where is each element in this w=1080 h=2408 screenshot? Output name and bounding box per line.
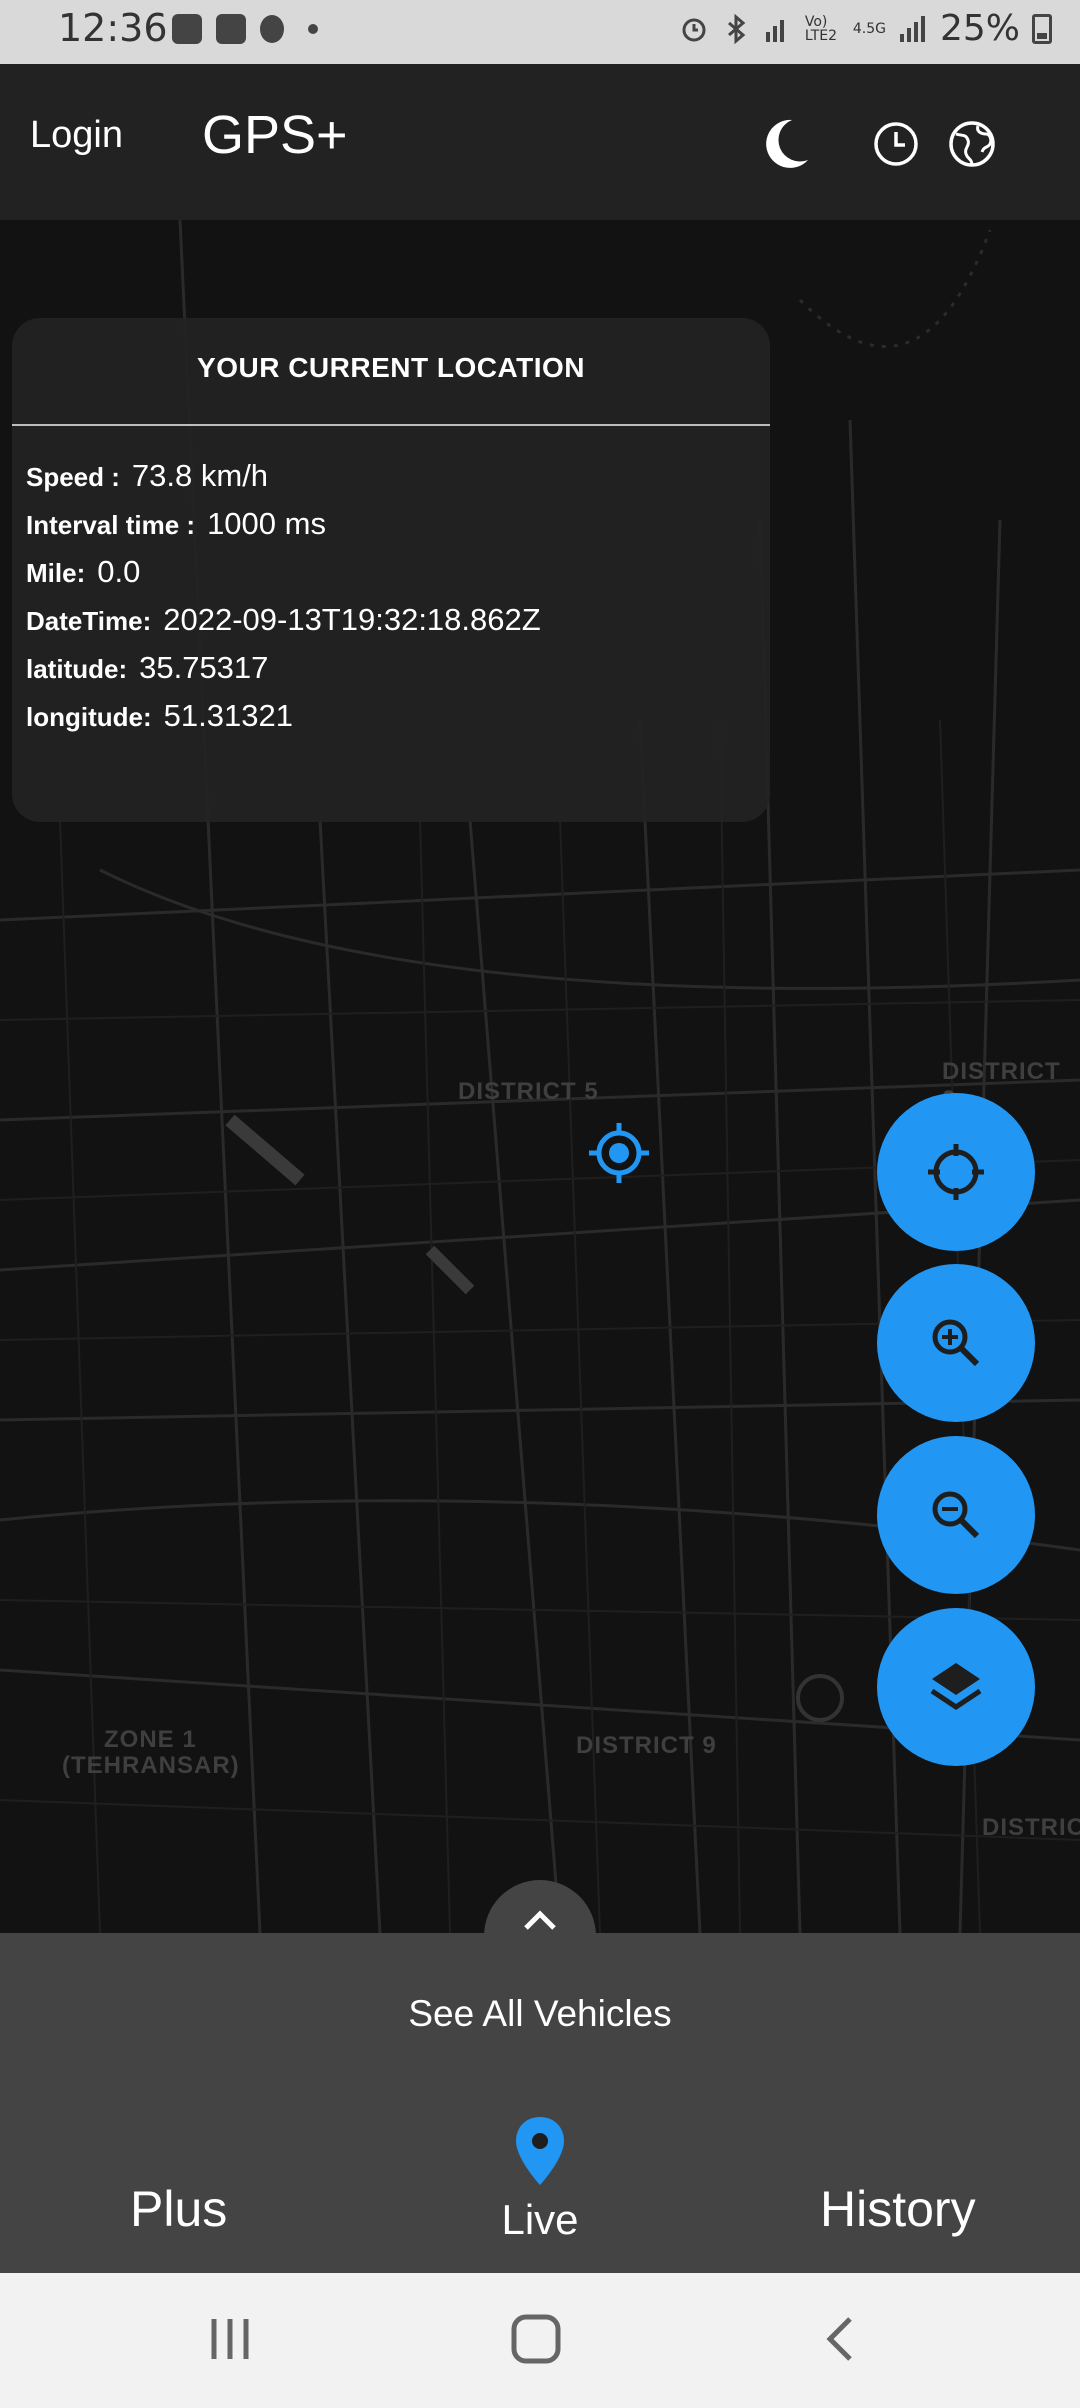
status-time: 12:36 xyxy=(58,6,168,50)
location-details: Speed : 73.8 km/h Interval time : 1000 m… xyxy=(26,458,541,746)
zoom-out-icon xyxy=(932,1491,980,1539)
longitude-label: longitude: xyxy=(26,702,152,732)
nav-plus[interactable]: Plus xyxy=(130,2180,227,2238)
app-notification-icon xyxy=(216,14,246,44)
longitude-row: longitude: 51.31321 xyxy=(26,698,541,746)
system-navigation-bar xyxy=(0,2273,1080,2408)
login-button[interactable]: Login xyxy=(30,114,123,157)
crosshair-icon xyxy=(928,1144,984,1200)
dark-mode-moon-icon[interactable] xyxy=(756,116,812,172)
signal-icon xyxy=(765,19,784,42)
latitude-row: latitude: 35.75317 xyxy=(26,650,541,698)
mile-label: Mile: xyxy=(26,558,86,588)
mile-value: 0.0 xyxy=(97,554,141,589)
person-icon xyxy=(260,15,284,43)
map-label-tehransar: (TEHRANSAR) xyxy=(62,1752,240,1779)
volte-indicator: Vo) LTE2 xyxy=(804,13,838,44)
location-pin-icon xyxy=(516,2117,564,2185)
signal-bars-icon xyxy=(899,15,925,42)
map-layers-button[interactable] xyxy=(877,1608,1035,1766)
speed-label: Speed : xyxy=(26,462,120,492)
zoom-in-icon xyxy=(932,1319,980,1367)
nav-live-label: Live xyxy=(501,2196,579,2243)
app-bar: Login GPS+ xyxy=(0,64,1080,220)
interval-value: 1000 ms xyxy=(207,506,326,541)
back-icon[interactable] xyxy=(820,2313,860,2365)
network-indicator: 4.5G xyxy=(852,20,886,37)
map-label-zone-1: ZONE 1 xyxy=(104,1726,197,1753)
gallery-icon xyxy=(172,14,202,44)
app-title: GPS+ xyxy=(202,105,348,165)
datetime-value: 2022-09-13T19:32:18.862Z xyxy=(163,602,541,637)
interval-label: Interval time : xyxy=(26,510,196,540)
current-location-marker-icon xyxy=(589,1123,649,1183)
datetime-row: DateTime: 2022-09-13T19:32:18.862Z xyxy=(26,602,541,650)
card-divider xyxy=(12,424,770,426)
map-label-district-edge: DISTRIC xyxy=(982,1814,1080,1841)
alarm-icon xyxy=(682,18,706,41)
zoom-in-button[interactable] xyxy=(877,1264,1035,1422)
globe-icon[interactable] xyxy=(946,118,998,170)
my-location-button[interactable] xyxy=(877,1093,1035,1251)
nav-live[interactable]: Live xyxy=(480,2115,600,2244)
mile-row: Mile: 0.0 xyxy=(26,554,541,602)
map-label-district-5: DISTRICT 5 xyxy=(458,1078,599,1105)
datetime-label: DateTime: xyxy=(26,606,152,636)
battery-icon xyxy=(1032,13,1052,44)
bottom-panel: See All Vehicles Plus Live History xyxy=(0,1933,1080,2273)
card-title: YOUR CURRENT LOCATION xyxy=(197,352,585,383)
chevron-up-icon xyxy=(524,1910,556,1930)
recent-apps-icon[interactable] xyxy=(206,2313,254,2365)
speed-row: Speed : 73.8 km/h xyxy=(26,458,541,506)
layers-icon xyxy=(930,1663,982,1711)
nav-history[interactable]: History xyxy=(820,2180,976,2238)
bluetooth-icon xyxy=(727,13,746,44)
interval-row: Interval time : 1000 ms xyxy=(26,506,541,554)
latitude-value: 35.75317 xyxy=(139,650,269,685)
current-location-card: YOUR CURRENT LOCATION Speed : 73.8 km/h … xyxy=(12,318,770,822)
home-icon[interactable] xyxy=(508,2313,564,2365)
zoom-out-button[interactable] xyxy=(877,1436,1035,1594)
history-clock-icon[interactable] xyxy=(872,120,920,168)
see-all-vehicles-button[interactable]: See All Vehicles xyxy=(0,1993,1080,2035)
more-notifications-dot xyxy=(308,24,318,34)
map-label-district-9: DISTRICT 9 xyxy=(576,1732,717,1759)
speed-value: 73.8 km/h xyxy=(131,458,269,493)
latitude-label: latitude: xyxy=(26,654,128,684)
longitude-value: 51.31321 xyxy=(163,698,293,733)
battery-percent: 25% xyxy=(939,8,1020,49)
status-bar: 12:36 Vo) LTE2 4.5G 25% xyxy=(0,0,1080,64)
